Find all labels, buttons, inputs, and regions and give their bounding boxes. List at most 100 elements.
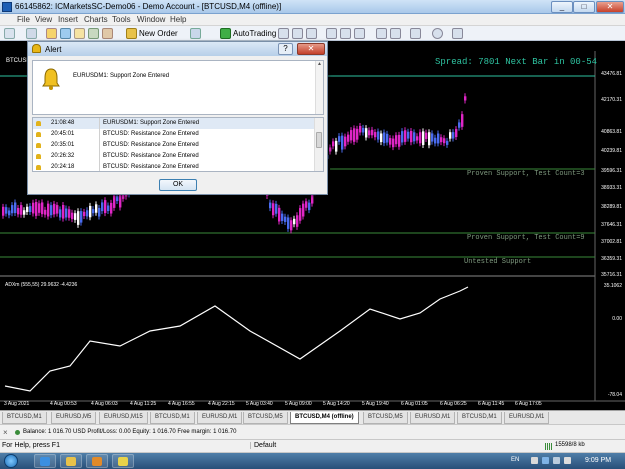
tray-icon[interactable] bbox=[531, 457, 538, 464]
tab-eurusd-m1[interactable]: EURUSD,M1 bbox=[410, 412, 456, 424]
data-window-icon[interactable] bbox=[60, 28, 71, 39]
candle-body bbox=[335, 140, 338, 152]
candle-body bbox=[284, 216, 287, 222]
navigator-icon[interactable] bbox=[74, 28, 85, 39]
candle-body bbox=[422, 131, 425, 146]
autotrading-label: AutoTrading bbox=[233, 29, 277, 38]
candle-body bbox=[62, 205, 65, 219]
language-indicator[interactable]: EN bbox=[511, 457, 519, 463]
time-label: 4 Aug 11:25 bbox=[130, 401, 157, 407]
candle-body bbox=[290, 220, 293, 231]
candle-body bbox=[35, 201, 38, 216]
scrollbar-thumb[interactable] bbox=[316, 132, 322, 148]
candle-body bbox=[23, 210, 26, 215]
candle-body bbox=[368, 130, 371, 136]
taskbar-metatrader[interactable] bbox=[112, 454, 134, 468]
bell-icon bbox=[32, 44, 41, 53]
list-item[interactable]: 20:45:01 BTCUSD: Resistance Zone Entered bbox=[33, 129, 315, 140]
templates-icon[interactable] bbox=[452, 28, 463, 39]
metaeditor-icon[interactable] bbox=[190, 28, 201, 39]
window-title: 66145862: ICMarketsSC-Demo06 - Demo Acco… bbox=[15, 2, 282, 11]
tab-btcusd-m5[interactable]: BTCUSD,M5 bbox=[243, 412, 288, 424]
tab-btcusd-m1[interactable]: BTCUSD,M1 bbox=[2, 412, 47, 424]
message-scrollbar[interactable]: ▲ bbox=[315, 61, 323, 114]
tab-btcusd-m5[interactable]: BTCUSD,M5 bbox=[363, 412, 408, 424]
taskbar-explorer[interactable] bbox=[60, 454, 82, 468]
windows-taskbar: EN 9:09 PM bbox=[0, 453, 625, 469]
chart-shift-icon[interactable] bbox=[376, 28, 387, 39]
candle-body bbox=[29, 206, 32, 213]
market-watch-icon[interactable] bbox=[46, 28, 57, 39]
tab-eurusd-m15[interactable]: EURUSD,M15 bbox=[99, 412, 148, 424]
candle-body bbox=[5, 207, 8, 214]
new-order-button[interactable]: New Order bbox=[126, 28, 178, 39]
tester-icon[interactable] bbox=[102, 28, 113, 39]
alert-titlebar[interactable]: Alert ? ✕ bbox=[28, 42, 327, 56]
clock[interactable]: 9:09 PM bbox=[585, 457, 611, 464]
price-label: 38933.31 bbox=[601, 185, 622, 191]
candle-body bbox=[443, 138, 446, 144]
tab-eurusd-m1[interactable]: EURUSD,M1 bbox=[504, 412, 550, 424]
profiles-icon[interactable] bbox=[26, 28, 37, 39]
ok-button[interactable]: OK bbox=[159, 179, 197, 191]
alert-text: BTCUSD: Resistance Zone Entered bbox=[103, 153, 199, 159]
candle-body bbox=[14, 202, 17, 214]
autoscroll-icon[interactable] bbox=[390, 28, 401, 39]
candle-body bbox=[410, 130, 413, 143]
tab-btcusd-m4-offline[interactable]: BTCUSD,M4 (offline) bbox=[290, 412, 359, 424]
taskbar-media[interactable] bbox=[86, 454, 108, 468]
menu-tools[interactable]: Tools bbox=[112, 15, 131, 24]
tab-btcusd-m1[interactable]: BTCUSD,M1 bbox=[150, 412, 195, 424]
line-chart-icon[interactable] bbox=[306, 28, 317, 39]
menu-help[interactable]: Help bbox=[170, 15, 186, 24]
list-scrollbar[interactable] bbox=[314, 118, 323, 171]
tray-icon[interactable] bbox=[542, 457, 549, 464]
zoom-in-icon[interactable] bbox=[326, 28, 337, 39]
list-item[interactable]: 20:35:01 BTCUSD: Resistance Zone Entered bbox=[33, 140, 315, 151]
tray-icon[interactable] bbox=[553, 457, 560, 464]
time-label: 5 Aug 14:20 bbox=[323, 401, 350, 407]
tab-btcusd-m1[interactable]: BTCUSD,M1 bbox=[457, 412, 502, 424]
volume-icon[interactable] bbox=[564, 457, 571, 464]
tab-eurusd-m1[interactable]: EURUSD,M1 bbox=[197, 412, 243, 424]
candle-body bbox=[53, 203, 56, 215]
maximize-button[interactable]: □ bbox=[573, 1, 595, 13]
balance-icon bbox=[15, 430, 20, 435]
time-label: 6 Aug 17:05 bbox=[515, 401, 542, 407]
menu-insert[interactable]: Insert bbox=[58, 15, 78, 24]
time-label: 5 Aug 03:40 bbox=[246, 401, 273, 407]
autotrading-button[interactable]: AutoTrading bbox=[220, 28, 276, 39]
terminal-close-button[interactable]: × bbox=[3, 428, 8, 437]
candle-body bbox=[41, 202, 44, 215]
price-label: 40863.81 bbox=[601, 129, 622, 135]
time-label: 6 Aug 01:05 bbox=[401, 401, 428, 407]
menu-file[interactable]: File bbox=[17, 15, 30, 24]
alert-close-button[interactable]: ✕ bbox=[297, 43, 325, 55]
tab-eurusd-m5[interactable]: EURUSD,M5 bbox=[51, 412, 97, 424]
tile-windows-icon[interactable] bbox=[354, 28, 365, 39]
menu-view[interactable]: View bbox=[35, 15, 52, 24]
candle-body bbox=[428, 132, 431, 146]
new-chart-icon[interactable] bbox=[4, 28, 15, 39]
indicators-icon[interactable] bbox=[410, 28, 421, 39]
candlestick-icon[interactable] bbox=[292, 28, 303, 39]
list-item[interactable]: 20:26:32 BTCUSD: Resistance Zone Entered bbox=[33, 151, 315, 162]
zoom-out-icon[interactable] bbox=[340, 28, 351, 39]
candle-body bbox=[434, 137, 437, 144]
candle-body bbox=[281, 213, 284, 222]
help-hint: For Help, press F1 bbox=[2, 442, 60, 449]
start-button[interactable] bbox=[4, 454, 18, 468]
alert-help-button[interactable]: ? bbox=[278, 43, 293, 55]
minimize-button[interactable]: _ bbox=[551, 1, 573, 13]
menu-window[interactable]: Window bbox=[137, 15, 165, 24]
periods-icon[interactable] bbox=[432, 28, 443, 39]
taskbar-ie[interactable] bbox=[34, 454, 56, 468]
terminal-icon[interactable] bbox=[88, 28, 99, 39]
menu-charts[interactable]: Charts bbox=[84, 15, 108, 24]
close-button[interactable]: ✕ bbox=[596, 1, 624, 13]
candle-body bbox=[278, 207, 281, 222]
list-item[interactable]: 21:08:48 EURUSDM1: Support Zone Entered bbox=[33, 118, 315, 129]
list-item[interactable]: 20:24:18 BTCUSD: Resistance Zone Entered bbox=[33, 162, 315, 171]
bar-chart-icon[interactable] bbox=[278, 28, 289, 39]
candle-body bbox=[308, 202, 311, 211]
